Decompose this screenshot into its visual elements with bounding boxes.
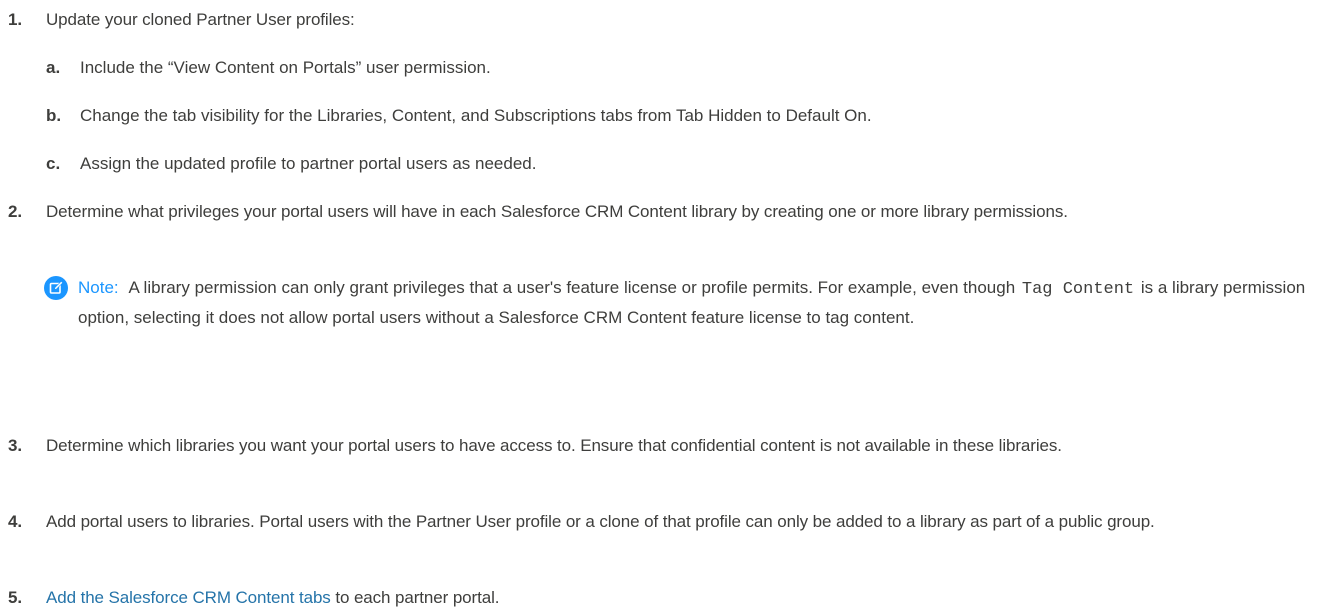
step-1: 1. Update your cloned Partner User profi…	[8, 6, 1319, 34]
note-label: Note:	[78, 278, 119, 297]
substep-letter: c.	[46, 154, 61, 173]
step-number: 5.	[8, 588, 22, 607]
substep-c: c. Assign the updated profile to partner…	[46, 150, 1319, 178]
step-text: Determine what privileges your portal us…	[46, 202, 1068, 221]
step-text: Add portal users to libraries. Portal us…	[46, 512, 1155, 531]
substep-text: Include the “View Content on Portals” us…	[80, 58, 491, 77]
step-number: 4.	[8, 512, 22, 531]
substep-text: Assign the updated profile to partner po…	[80, 154, 537, 173]
step-number: 2.	[8, 202, 22, 221]
step-number: 1.	[8, 10, 22, 29]
step-2: 2. Determine what privileges your portal…	[8, 198, 1319, 226]
substep-text: Change the tab visibility for the Librar…	[80, 106, 872, 125]
note-text-before: A library permission can only grant priv…	[128, 278, 1016, 297]
step-text: Update your cloned Partner User profiles…	[46, 10, 355, 29]
step-4: 4. Add portal users to libraries. Portal…	[8, 508, 1319, 536]
step-text: to each partner portal.	[330, 588, 500, 607]
note-callout: Note: A library permission can only gran…	[44, 274, 1319, 332]
step-number: 3.	[8, 436, 22, 455]
step-5: 5. Add the Salesforce CRM Content tabs t…	[8, 584, 1319, 612]
substep-b: b. Change the tab visibility for the Lib…	[46, 102, 1319, 130]
step-text: Determine which libraries you want your …	[46, 436, 1062, 455]
edit-note-icon	[44, 276, 68, 300]
note-code: Tag Content	[1021, 280, 1135, 299]
substep-letter: a.	[46, 58, 61, 77]
substep-a: a. Include the “View Content on Portals”…	[46, 54, 1319, 82]
add-content-tabs-link[interactable]: Add the Salesforce CRM Content tabs	[46, 588, 331, 607]
substep-letter: b.	[46, 106, 62, 125]
step-3: 3. Determine which libraries you want yo…	[8, 432, 1319, 460]
